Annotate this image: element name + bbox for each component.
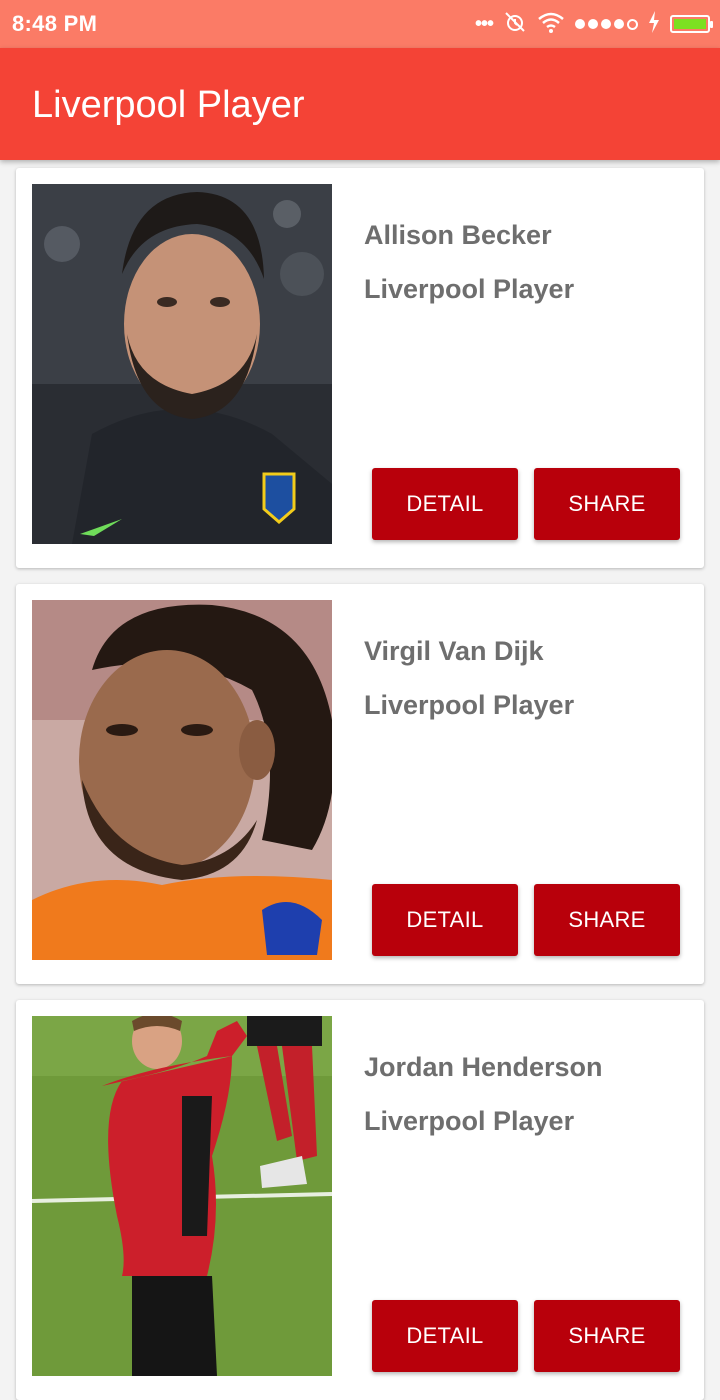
player-photo bbox=[32, 184, 332, 544]
player-photo bbox=[32, 1016, 332, 1376]
share-button[interactable]: SHARE bbox=[534, 884, 680, 956]
wifi-icon bbox=[537, 10, 565, 39]
player-card: Virgil Van Dijk Liverpool Player DETAIL … bbox=[16, 584, 704, 984]
battery-icon bbox=[670, 15, 713, 33]
app-title: Liverpool Player bbox=[32, 84, 305, 126]
detail-button[interactable]: DETAIL bbox=[372, 468, 518, 540]
status-bar: 8:48 PM ••• bbox=[0, 0, 720, 48]
app-bar: Liverpool Player bbox=[0, 48, 720, 160]
share-button[interactable]: SHARE bbox=[534, 1300, 680, 1372]
signal-dots-icon bbox=[575, 18, 638, 30]
player-subtitle: Liverpool Player bbox=[364, 1106, 575, 1136]
status-icons: ••• bbox=[474, 10, 713, 39]
player-photo bbox=[32, 600, 332, 960]
alarm-off-icon bbox=[503, 10, 527, 39]
detail-button[interactable]: DETAIL bbox=[372, 1300, 518, 1372]
share-button[interactable]: SHARE bbox=[534, 468, 680, 540]
charging-icon bbox=[648, 10, 660, 38]
status-time: 8:48 PM bbox=[12, 11, 98, 36]
player-card: Jordan Henderson Liverpool Player DETAIL… bbox=[16, 1000, 704, 1400]
player-name: Jordan Henderson bbox=[364, 1052, 603, 1082]
player-subtitle: Liverpool Player bbox=[364, 274, 575, 304]
player-subtitle: Liverpool Player bbox=[364, 690, 575, 720]
player-name: Allison Becker bbox=[364, 220, 552, 250]
more-dots-icon: ••• bbox=[474, 13, 494, 35]
player-card: Allison Becker Liverpool Player DETAIL S… bbox=[16, 168, 704, 568]
player-name: Virgil Van Dijk bbox=[364, 636, 544, 666]
detail-button[interactable]: DETAIL bbox=[372, 884, 518, 956]
